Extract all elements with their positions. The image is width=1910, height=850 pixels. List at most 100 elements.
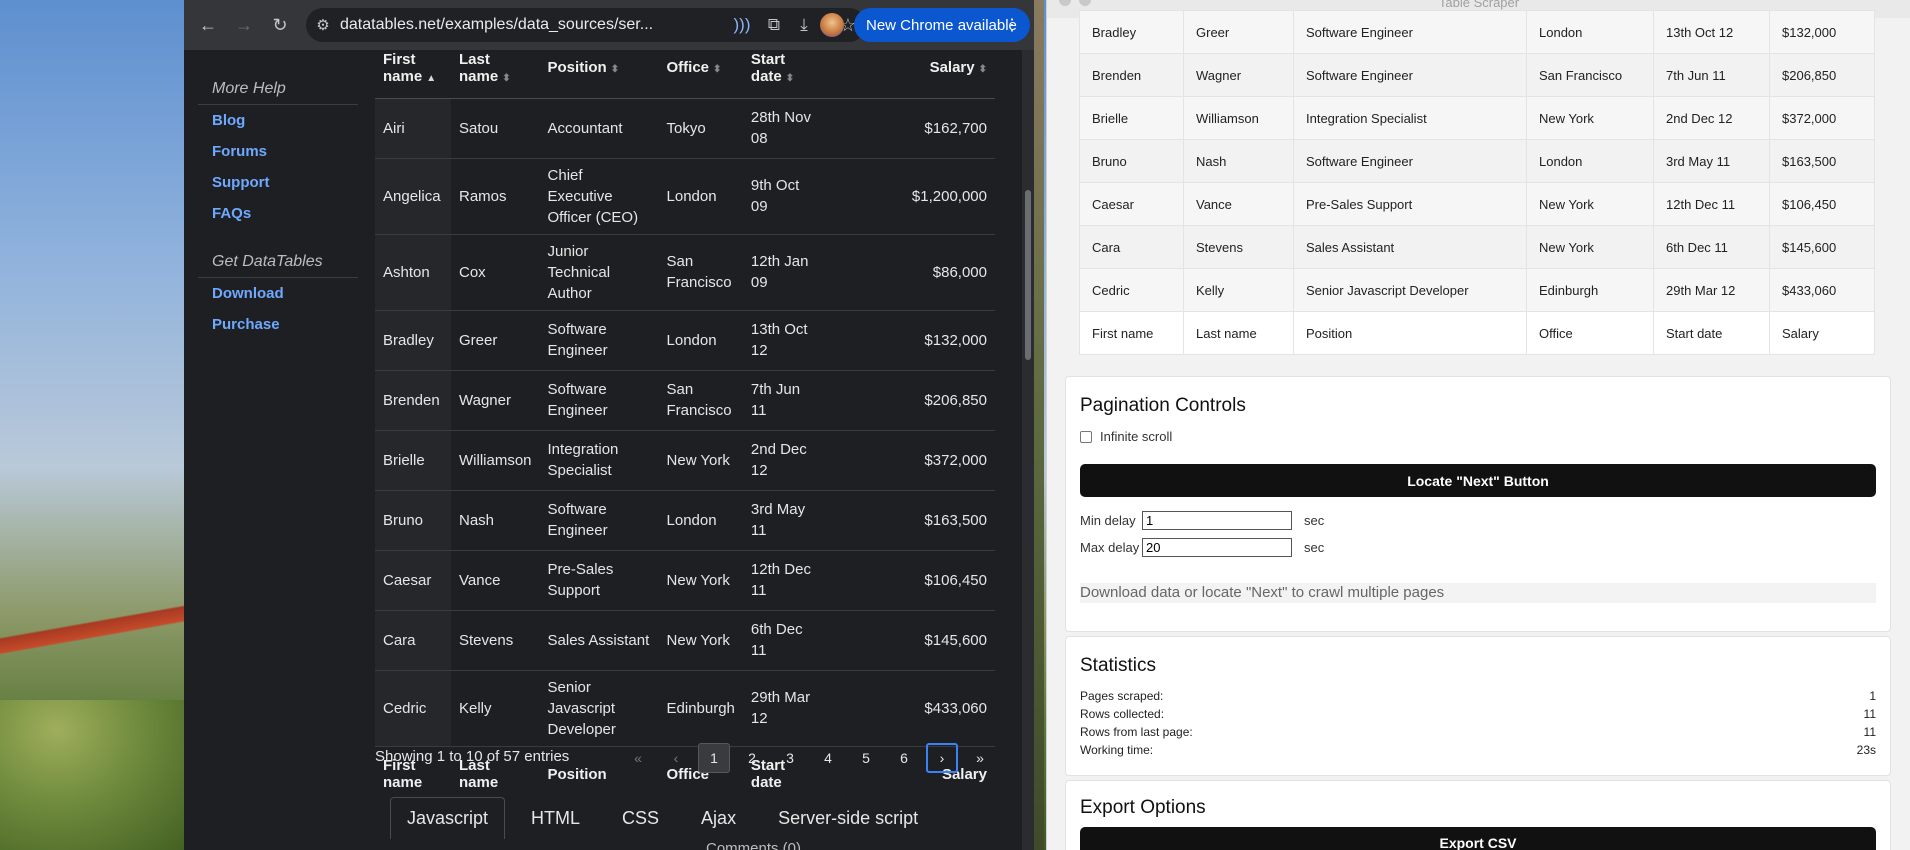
scraped-cell: 3rd May 11: [1653, 139, 1770, 183]
window-close-icon[interactable]: [1059, 0, 1071, 6]
sidebar-link-support[interactable]: Support: [198, 167, 358, 198]
tab-server-side-script[interactable]: Server-side script: [762, 798, 934, 839]
download-icon[interactable]: ⤓: [788, 9, 820, 41]
table-cell: Ramos: [451, 158, 540, 235]
scraped-cell: Vance: [1183, 182, 1294, 226]
column-header-first-name[interactable]: First name ▲: [375, 38, 451, 99]
table-cell: $372,000: [820, 430, 995, 491]
crawl-status-text: Download data or locate "Next" to crawl …: [1080, 583, 1876, 603]
wallpaper-hill: [0, 700, 190, 850]
column-header-salary[interactable]: Salary ⬍: [820, 38, 995, 99]
scraped-cell: $145,600: [1769, 225, 1875, 269]
table-cell: Bradley: [375, 310, 451, 371]
kebab-menu-icon[interactable]: ⋮: [1004, 15, 1020, 35]
table-cell: Airi: [375, 98, 451, 159]
scraped-cell: $106,450: [1769, 182, 1875, 226]
window-minimize-icon[interactable]: [1079, 0, 1091, 6]
pager-first-button[interactable]: «: [622, 743, 654, 773]
table-cell: Sales Assistant: [539, 610, 659, 671]
min-delay-input[interactable]: [1142, 511, 1292, 530]
pager-last-button[interactable]: »: [964, 743, 996, 773]
column-header-start-date[interactable]: Start date ⬍: [742, 38, 821, 99]
pager-page-1[interactable]: 1: [698, 743, 730, 773]
scraped-cell: Stevens: [1183, 225, 1294, 269]
stat-label: Rows from last page:: [1080, 725, 1193, 739]
export-csv-button[interactable]: Export CSV: [1080, 827, 1876, 850]
table-cell: Greer: [451, 310, 540, 371]
infinite-scroll-option[interactable]: Infinite scroll: [1066, 427, 1890, 446]
scraped-cell: Start date: [1653, 311, 1770, 355]
stat-value: 23s: [1856, 743, 1876, 757]
table-cell: 3rd May 11: [742, 490, 821, 551]
scraped-cell: Caesar: [1079, 182, 1184, 226]
profile-avatar[interactable]: [820, 13, 844, 37]
table-cell: Edinburgh: [658, 670, 743, 747]
chrome-update-button[interactable]: New Chrome available ⋮: [854, 8, 1030, 42]
header-label: Office: [666, 59, 710, 77]
table-cell: New York: [658, 550, 743, 611]
tab-css[interactable]: CSS: [606, 798, 675, 839]
pager-page-2[interactable]: 2: [736, 743, 768, 773]
pager-next-button[interactable]: ›: [926, 743, 958, 773]
sidebar-link-download[interactable]: Download: [198, 278, 358, 309]
column-header-last-name[interactable]: Last name ⬍: [451, 38, 540, 99]
data-table: First name ▲ Last name ⬍ Position ⬍ Office ⬍…: [375, 38, 995, 802]
stat-label: Pages scraped:: [1080, 689, 1164, 703]
scraped-cell: Kelly: [1183, 268, 1294, 312]
media-icon[interactable]: ))): [726, 9, 758, 41]
min-delay-row: Min delay sec: [1066, 507, 1890, 534]
comments-link[interactable]: Comments (0): [706, 840, 801, 850]
pager-page-5[interactable]: 5: [850, 743, 882, 773]
page-sidebar: More Help Blog Forums Support FAQs Get D…: [198, 70, 358, 340]
locate-next-button[interactable]: Locate "Next" Button: [1080, 464, 1876, 497]
scraped-row: Cara Stevens Sales Assistant New York 6th De…: [1079, 225, 1875, 269]
max-delay-input[interactable]: [1142, 538, 1292, 557]
pager-page-4[interactable]: 4: [812, 743, 844, 773]
get-datatables-heading: Get DataTables: [198, 243, 358, 278]
page-scrollbar[interactable]: [1022, 50, 1034, 850]
scrollbar-thumb[interactable]: [1025, 190, 1031, 360]
pager-prev-button[interactable]: ‹: [660, 743, 692, 773]
column-header-position[interactable]: Position ⬍: [539, 38, 659, 99]
scraped-cell: Bradley: [1079, 10, 1184, 54]
table-cell: 12th Jan 09: [742, 234, 821, 311]
scraped-cell: 13th Oct 12: [1653, 10, 1770, 54]
sort-icon: ⬍: [713, 64, 722, 76]
pagination: « ‹ 1 2 3 4 5 6 › »: [622, 743, 996, 773]
table-cell: $86,000: [820, 234, 995, 311]
scraped-cell: Pre-Sales Support: [1293, 182, 1527, 226]
sort-icon: ⬍: [502, 72, 511, 84]
table-row: Brielle Williamson Integration Specialist N…: [375, 430, 995, 491]
infinite-scroll-checkbox[interactable]: [1080, 430, 1092, 443]
sort-icon: ⬍: [978, 64, 987, 76]
statistics-panel: Statistics Pages scraped: 1 Rows collected…: [1065, 636, 1891, 776]
tab-html[interactable]: HTML: [515, 798, 596, 839]
tab-ajax[interactable]: Ajax: [685, 798, 752, 839]
table-cell: San Francisco: [658, 370, 743, 431]
scraped-cell: Position: [1293, 311, 1527, 355]
scraped-cell: Edinburgh: [1526, 268, 1654, 312]
wallpaper-bridge: [0, 560, 190, 720]
table-cell: $433,060: [820, 670, 995, 747]
forward-icon[interactable]: →: [228, 9, 260, 41]
scraper-body: Table Scraper Bradley Greer Software Engin…: [1047, 0, 1910, 850]
scraped-cell: London: [1526, 139, 1654, 183]
sidebar-link-purchase[interactable]: Purchase: [198, 309, 358, 340]
back-icon[interactable]: ←: [192, 9, 224, 41]
scraped-cell: 12th Dec 11: [1653, 182, 1770, 226]
pager-page-6[interactable]: 6: [888, 743, 920, 773]
stat-row: Rows from last page: 11: [1066, 723, 1890, 741]
sidebar-link-forums[interactable]: Forums: [198, 136, 358, 167]
reload-icon[interactable]: ↻: [264, 9, 296, 41]
pager-page-3[interactable]: 3: [774, 743, 806, 773]
extensions-icon[interactable]: ⧉: [758, 9, 790, 41]
tab-javascript[interactable]: Javascript: [390, 797, 506, 839]
table-cell: Junior Technical Author: [539, 234, 659, 311]
sidebar-link-blog[interactable]: Blog: [198, 105, 358, 136]
table-cell: 29th Mar 12: [742, 670, 821, 747]
column-header-office[interactable]: Office ⬍: [658, 38, 743, 99]
table-cell: London: [658, 310, 743, 371]
scraped-cell: 7th Jun 11: [1653, 53, 1770, 97]
site-settings-icon[interactable]: ⚙: [306, 16, 340, 34]
sidebar-link-faqs[interactable]: FAQs: [198, 198, 358, 229]
